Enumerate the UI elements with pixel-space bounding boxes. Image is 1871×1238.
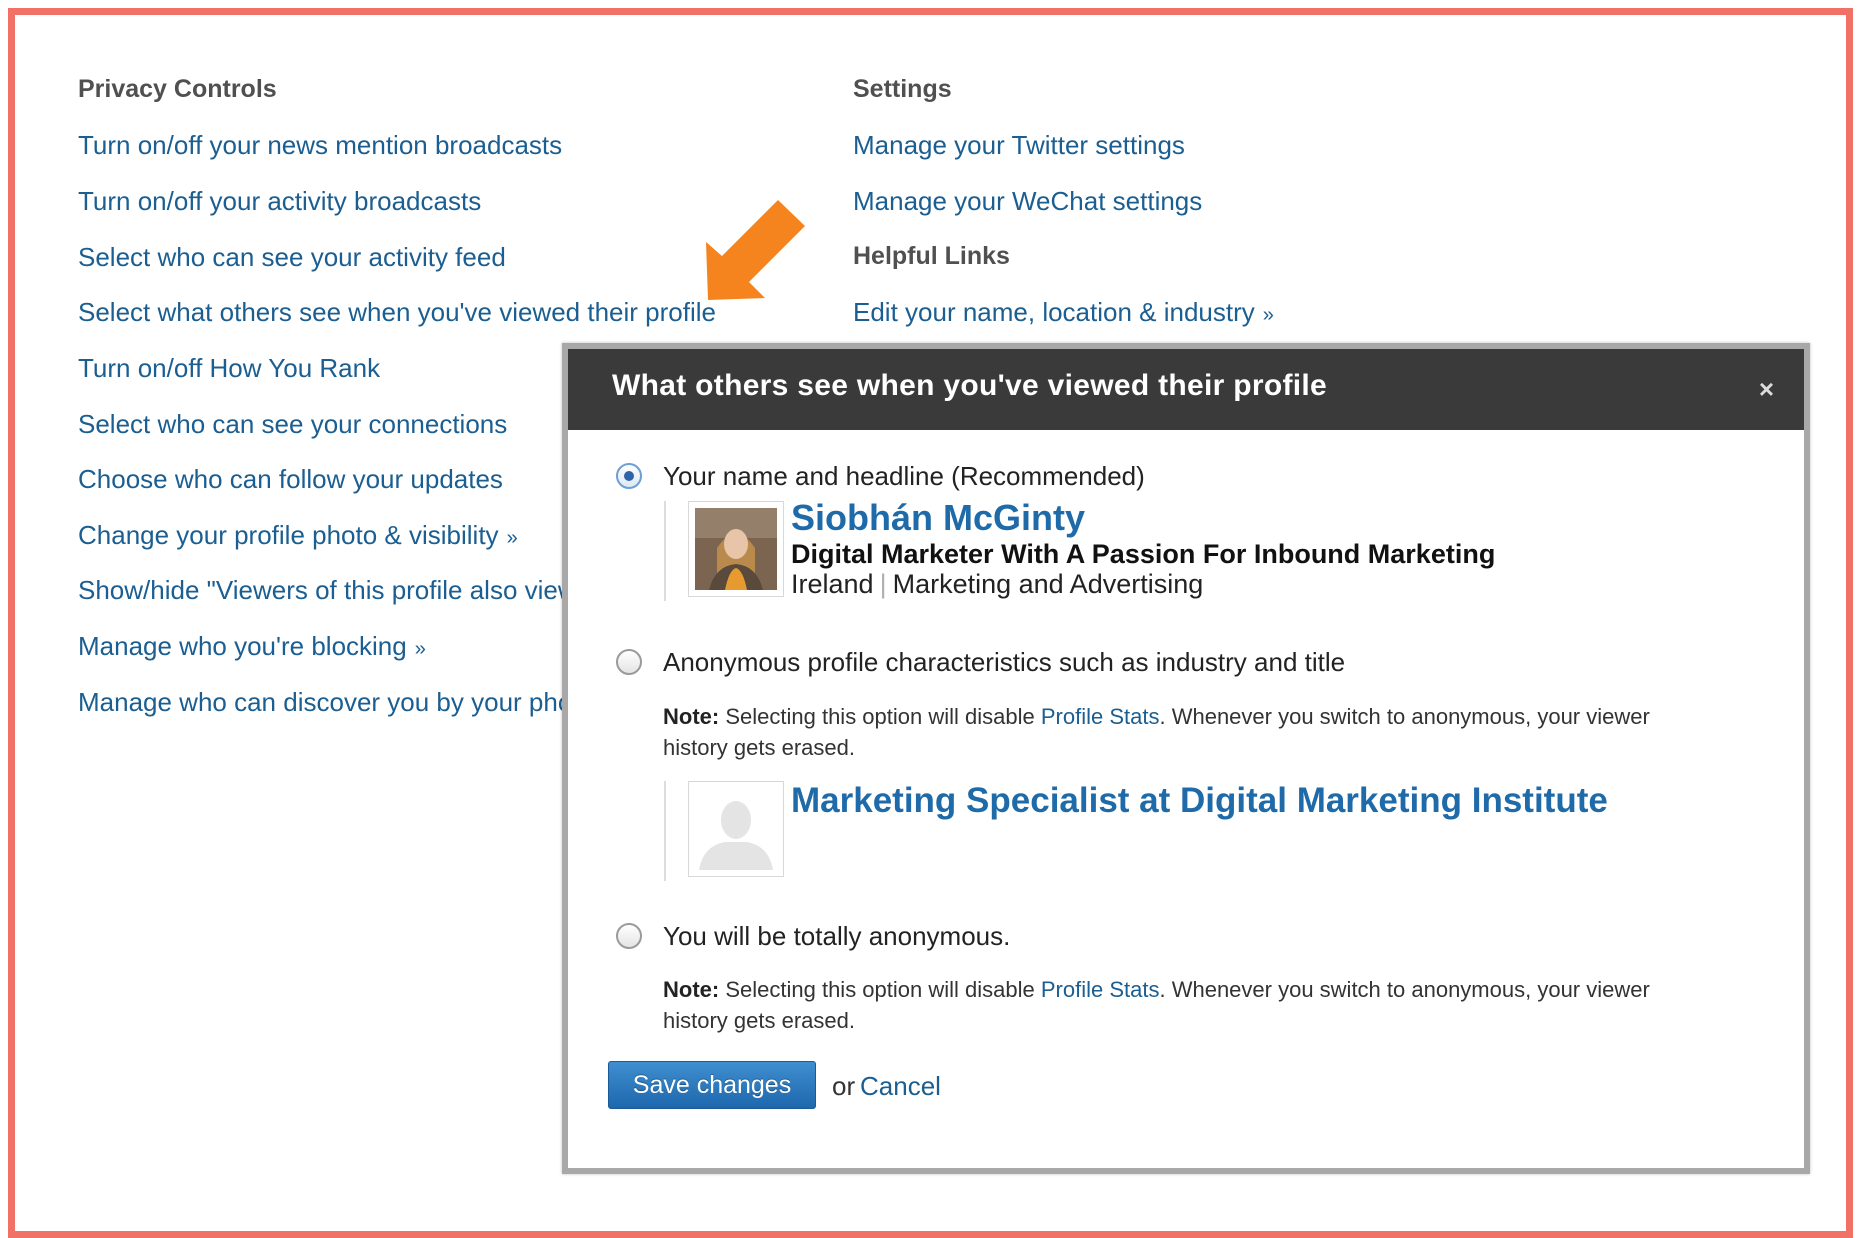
link-activity-broadcasts[interactable]: Turn on/off your activity broadcasts (78, 186, 481, 217)
cancel-link[interactable]: Cancel (860, 1071, 941, 1102)
settings-heading: Settings (853, 75, 952, 103)
profile-headline: Digital Marketer With A Passion For Inbo… (791, 539, 1496, 569)
modal-title: What others see when you've viewed their… (612, 369, 1328, 402)
option-name-and-headline-label: Your name and headline (Recommended) (663, 461, 1145, 491)
profile-stats-link[interactable]: Profile Stats (1041, 704, 1160, 729)
modal-header: What others see when you've viewed their… (568, 349, 1804, 430)
option-anonymous-characteristics-label: Anonymous profile characteristics such a… (663, 647, 1346, 677)
radio-name-and-headline[interactable] (616, 463, 642, 489)
anonymous-preview-rule (664, 781, 666, 881)
radio-anonymous-characteristics[interactable] (616, 649, 642, 675)
anonymous-profile-title: Marketing Specialist at Digital Marketin… (791, 781, 1608, 820)
option-totally-anonymous-label: You will be totally anonymous. (663, 921, 1011, 951)
profile-location-industry: Ireland | Marketing and Advertising (791, 569, 1203, 600)
default-avatar-icon (695, 788, 777, 870)
arrow-down-left-icon (706, 200, 805, 300)
more-marker: » (1262, 304, 1274, 326)
profile-preview-rule (664, 501, 666, 601)
note-text: Selecting this option will disable (725, 977, 1035, 1002)
or-text: or (832, 1071, 856, 1101)
link-news-mention-broadcasts[interactable]: Turn on/off your news mention broadcasts (78, 130, 562, 161)
link-who-can-follow-updates[interactable]: Choose who can follow your updates (78, 464, 503, 495)
profile-industry: Marketing and Advertising (892, 569, 1204, 599)
link-wechat-settings[interactable]: Manage your WeChat settings (853, 186, 1202, 217)
link-edit-name-location-industry-label: Edit your name, location & industry (853, 297, 1255, 327)
more-marker: » (506, 527, 518, 549)
save-changes-button[interactable]: Save changes (608, 1061, 816, 1109)
link-viewers-also-viewed[interactable]: Show/hide "Viewers of this profile also … (78, 575, 586, 606)
profile-photo (688, 501, 784, 597)
anonymous-characteristics-note: Note: Selecting this option will disable… (663, 701, 1703, 763)
close-icon[interactable]: × (1759, 374, 1774, 405)
radio-selected-dot (624, 471, 634, 481)
note-label: Note: (663, 977, 720, 1002)
profile-separator: | (879, 569, 887, 599)
link-who-can-see-connections[interactable]: Select who can see your connections (78, 409, 507, 440)
privacy-controls-heading: Privacy Controls (78, 75, 277, 103)
profile-photo-image (695, 508, 777, 590)
link-how-you-rank[interactable]: Turn on/off How You Rank (78, 353, 380, 384)
note-label: Note: (663, 704, 720, 729)
profile-name-link[interactable]: Siobhán McGinty (791, 497, 1085, 539)
link-manage-blocking[interactable]: Manage who you're blocking » (78, 631, 426, 662)
link-twitter-settings[interactable]: Manage your Twitter settings (853, 130, 1185, 161)
link-activity-feed[interactable]: Select who can see your activity feed (78, 242, 506, 273)
profile-location: Ireland (791, 569, 874, 599)
link-profile-viewing-options[interactable]: Select what others see when you've viewe… (78, 297, 716, 328)
profile-stats-link[interactable]: Profile Stats (1041, 977, 1160, 1002)
totally-anonymous-note: Note: Selecting this option will disable… (663, 974, 1703, 1036)
link-manage-blocking-label: Manage who you're blocking (78, 631, 407, 661)
note-text: Selecting this option will disable (725, 704, 1035, 729)
anonymous-avatar (688, 781, 784, 877)
link-edit-name-location-industry[interactable]: Edit your name, location & industry » (853, 297, 1274, 328)
helpful-links-heading: Helpful Links (853, 242, 1010, 270)
link-profile-photo-visibility[interactable]: Change your profile photo & visibility » (78, 520, 518, 551)
profile-viewing-modal: What others see when you've viewed their… (562, 343, 1810, 1174)
radio-totally-anonymous[interactable] (616, 923, 642, 949)
more-marker: » (414, 638, 426, 660)
link-profile-photo-visibility-label: Change your profile photo & visibility (78, 520, 499, 550)
